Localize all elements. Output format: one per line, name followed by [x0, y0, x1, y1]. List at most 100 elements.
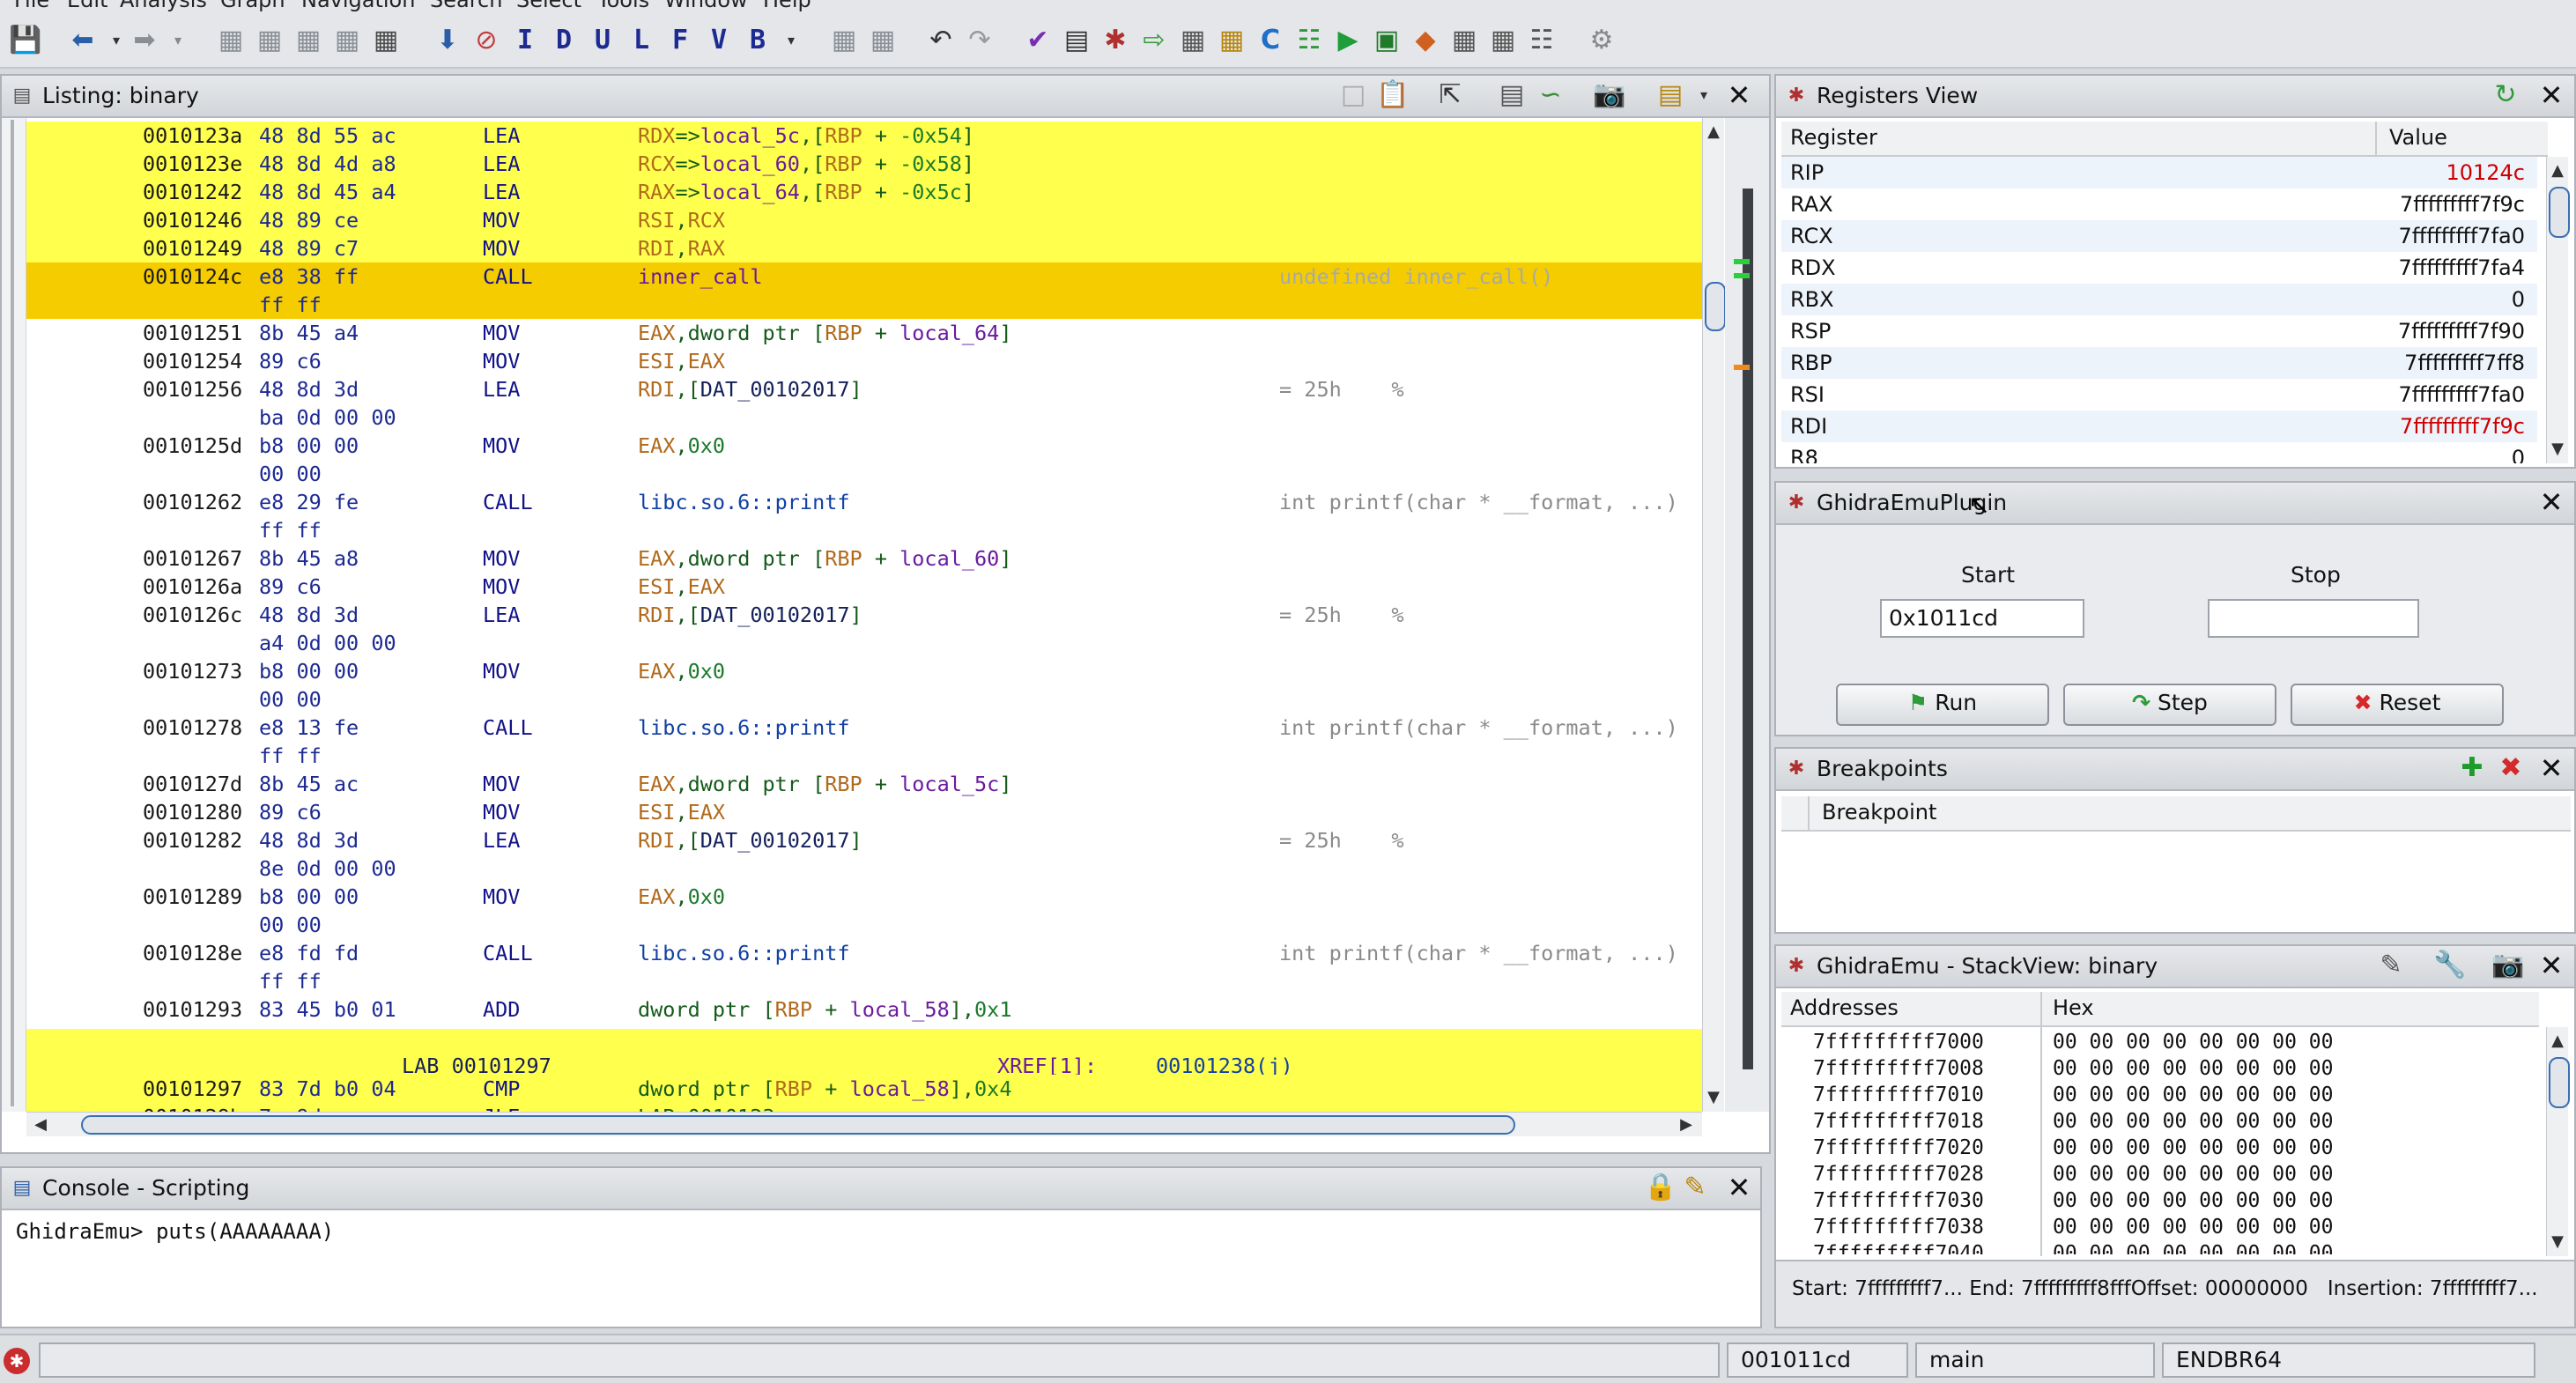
instruction-mnemonic[interactable]: MOV: [483, 657, 520, 685]
instruction-address[interactable]: 00101280: [143, 798, 242, 826]
operand-token[interactable]: dword ptr [: [638, 997, 775, 1022]
instruction-mnemonic[interactable]: CMP: [483, 1075, 520, 1103]
instruction-mnemonic[interactable]: LEA: [483, 375, 520, 403]
operand-token[interactable]: EAX: [638, 546, 675, 571]
register-row[interactable]: RDI 7fffffffff7f9c: [1781, 410, 2537, 442]
close-breakpoints-icon[interactable]: ✕: [2535, 752, 2567, 784]
operand-token[interactable]: EAX: [638, 321, 675, 345]
operand-token[interactable]: ,: [675, 349, 687, 373]
instruction-operands[interactable]: RDI,[DAT_00102017]: [638, 375, 862, 403]
operand-token[interactable]: ,[: [800, 152, 825, 176]
operand-token[interactable]: +: [862, 123, 899, 148]
operand-token[interactable]: +: [862, 321, 899, 345]
operand-token[interactable]: DAT_00102017: [700, 828, 850, 853]
clear-console-icon[interactable]: ✎: [1679, 1172, 1711, 1203]
instruction-operands[interactable]: RCX=>local_60,[RBP + -0x58]: [638, 150, 974, 178]
stack-row[interactable]: 7fffffffff7040 00 00 00 00 00 00 00 00: [1781, 1240, 2539, 1254]
operand-token[interactable]: ],: [950, 997, 974, 1022]
col-breakpoint-header[interactable]: Breakpoint: [1822, 800, 1936, 825]
instruction-mnemonic[interactable]: MOV: [483, 573, 520, 601]
menu-search[interactable]: Search: [430, 0, 502, 12]
run-script-icon[interactable]: ▶: [1332, 25, 1364, 56]
menu-tools[interactable]: Tools: [597, 0, 649, 12]
operand-token[interactable]: inner_call: [638, 264, 762, 289]
close-stackview-icon[interactable]: ✕: [2535, 950, 2567, 981]
operand-token[interactable]: RBP: [775, 1076, 812, 1101]
letter-b-icon[interactable]: B: [742, 25, 774, 56]
operand-token[interactable]: RAX: [688, 236, 725, 261]
refresh-registers-icon[interactable]: ↻: [2490, 79, 2521, 111]
scroll-down-arrow-icon[interactable]: ▼: [1703, 1087, 1724, 1108]
instruction-address[interactable]: 0010128e: [143, 939, 242, 967]
instruction-address[interactable]: 00101242: [143, 178, 242, 206]
operand-token[interactable]: RDX: [638, 123, 675, 148]
stack-hex-bytes[interactable]: 00 00 00 00 00 00 00 00: [2053, 1214, 2334, 1240]
operand-token[interactable]: =>: [675, 152, 700, 176]
listing-scroll-thumb[interactable]: [1705, 282, 1726, 331]
instruction-operands[interactable]: EAX,0x0: [638, 883, 725, 911]
operand-token[interactable]: EAX: [638, 433, 675, 458]
operand-token[interactable]: =>: [675, 180, 700, 204]
listing-row[interactable]: 00101289 b8 00 00 MOV EAX,0x0: [26, 883, 1702, 911]
instruction-mnemonic[interactable]: MOV: [483, 347, 520, 375]
program-tree-icon[interactable]: ☷: [1526, 25, 1558, 56]
tail-listing-row[interactable]: 0010129b 7e 9d JLE LAB_0010123a: [26, 1103, 1702, 1112]
instruction-operands[interactable]: libc.so.6::printf: [638, 714, 850, 742]
listing-row[interactable]: 00101256 48 8d 3d LEA RDI,[DAT_00102017] = 2…: [26, 375, 1702, 403]
stack-hex-bytes[interactable]: 00 00 00 00 00 00 00 00: [2053, 1240, 2334, 1254]
operand-token[interactable]: RBP: [825, 321, 862, 345]
stack-row[interactable]: 7fffffffff7038 00 00 00 00 00 00 00 00: [1781, 1214, 2539, 1240]
stack-row[interactable]: 7fffffffff7030 00 00 00 00 00 00 00 00: [1781, 1187, 2539, 1214]
instruction-mnemonic[interactable]: MOV: [483, 883, 520, 911]
listing-row[interactable]: 00101246 48 89 ce MOV RSI,RCX: [26, 206, 1702, 234]
nav-function-icon[interactable]: ▦: [331, 25, 363, 56]
instruction-operands[interactable]: ESI,EAX: [638, 573, 725, 601]
operand-token[interactable]: ,: [675, 800, 687, 825]
menu-file[interactable]: File: [14, 0, 49, 12]
instruction-address[interactable]: 0010126c: [143, 601, 242, 629]
instruction-operands[interactable]: RSI,RCX: [638, 206, 725, 234]
instruction-address[interactable]: 00101254: [143, 347, 242, 375]
undo-icon[interactable]: ↶: [925, 25, 957, 56]
operand-token[interactable]: ,: [675, 433, 687, 458]
function-graph-icon[interactable]: ☷: [1293, 25, 1325, 56]
instruction-operands[interactable]: EAX,0x0: [638, 432, 725, 460]
instruction-operands[interactable]: RDX=>local_5c,[RBP + -0x54]: [638, 122, 974, 150]
operand-token[interactable]: local_5c: [700, 123, 800, 148]
stack-vscrollbar[interactable]: ▲ ▼: [2546, 1027, 2570, 1256]
reg-scroll-down-icon[interactable]: ▼: [2547, 439, 2568, 460]
instruction-address[interactable]: 00101289: [143, 883, 242, 911]
operand-token[interactable]: RBP: [825, 152, 862, 176]
col-hex-header[interactable]: Hex: [2053, 995, 2094, 1020]
instruction-operands[interactable]: dword ptr [RBP + local_58],0x1: [638, 995, 1011, 1024]
operand-token[interactable]: ,: [675, 884, 687, 909]
operand-token[interactable]: libc.so.6::printf: [638, 715, 850, 740]
listing-row[interactable]: 00101262 e8 29 fe CALL libc.so.6::printf int…: [26, 488, 1702, 516]
instruction-mnemonic[interactable]: LEA: [483, 150, 520, 178]
menu-graph[interactable]: Graph: [220, 0, 285, 12]
listing-row[interactable]: 00 00: [26, 911, 1702, 939]
help-search-icon[interactable]: ⚙: [1586, 25, 1617, 56]
register-row[interactable]: RBX 0: [1781, 284, 2537, 315]
stop-address-input[interactable]: [2208, 599, 2419, 638]
operand-token[interactable]: RDI: [638, 377, 675, 402]
listing-row[interactable]: ff ff: [26, 967, 1702, 995]
listing-row[interactable]: 00101267 8b 45 a8 MOV EAX,dword ptr [RBP + …: [26, 544, 1702, 573]
forward-dropdown-icon[interactable]: ▾: [162, 25, 194, 56]
status-ghidra-icon[interactable]: ✱: [4, 1348, 30, 1374]
instruction-mnemonic[interactable]: CALL: [483, 488, 533, 516]
operand-token[interactable]: RBP: [825, 180, 862, 204]
instruction-address[interactable]: 00101278: [143, 714, 242, 742]
listing-row[interactable]: 0010123e 48 8d 4d a8 LEA RCX=>local_60,[RBP…: [26, 150, 1702, 178]
operand-token[interactable]: +: [862, 546, 899, 571]
operand-token[interactable]: -0x5c: [899, 180, 962, 204]
back-dropdown-icon[interactable]: ▾: [100, 25, 132, 56]
close-registers-icon[interactable]: ✕: [2535, 79, 2567, 111]
operand-token[interactable]: RBP: [825, 772, 862, 796]
instruction-mnemonic[interactable]: MOV: [483, 432, 520, 460]
stack-scroll-down-icon[interactable]: ▼: [2547, 1231, 2568, 1253]
listing-row[interactable]: 00101254 89 c6 MOV ESI,EAX: [26, 347, 1702, 375]
listing-row[interactable]: ff ff: [26, 516, 1702, 544]
listing-row[interactable]: 0010128e e8 fd fd CALL libc.so.6::printf int…: [26, 939, 1702, 967]
letter-d-icon[interactable]: D: [548, 25, 580, 56]
